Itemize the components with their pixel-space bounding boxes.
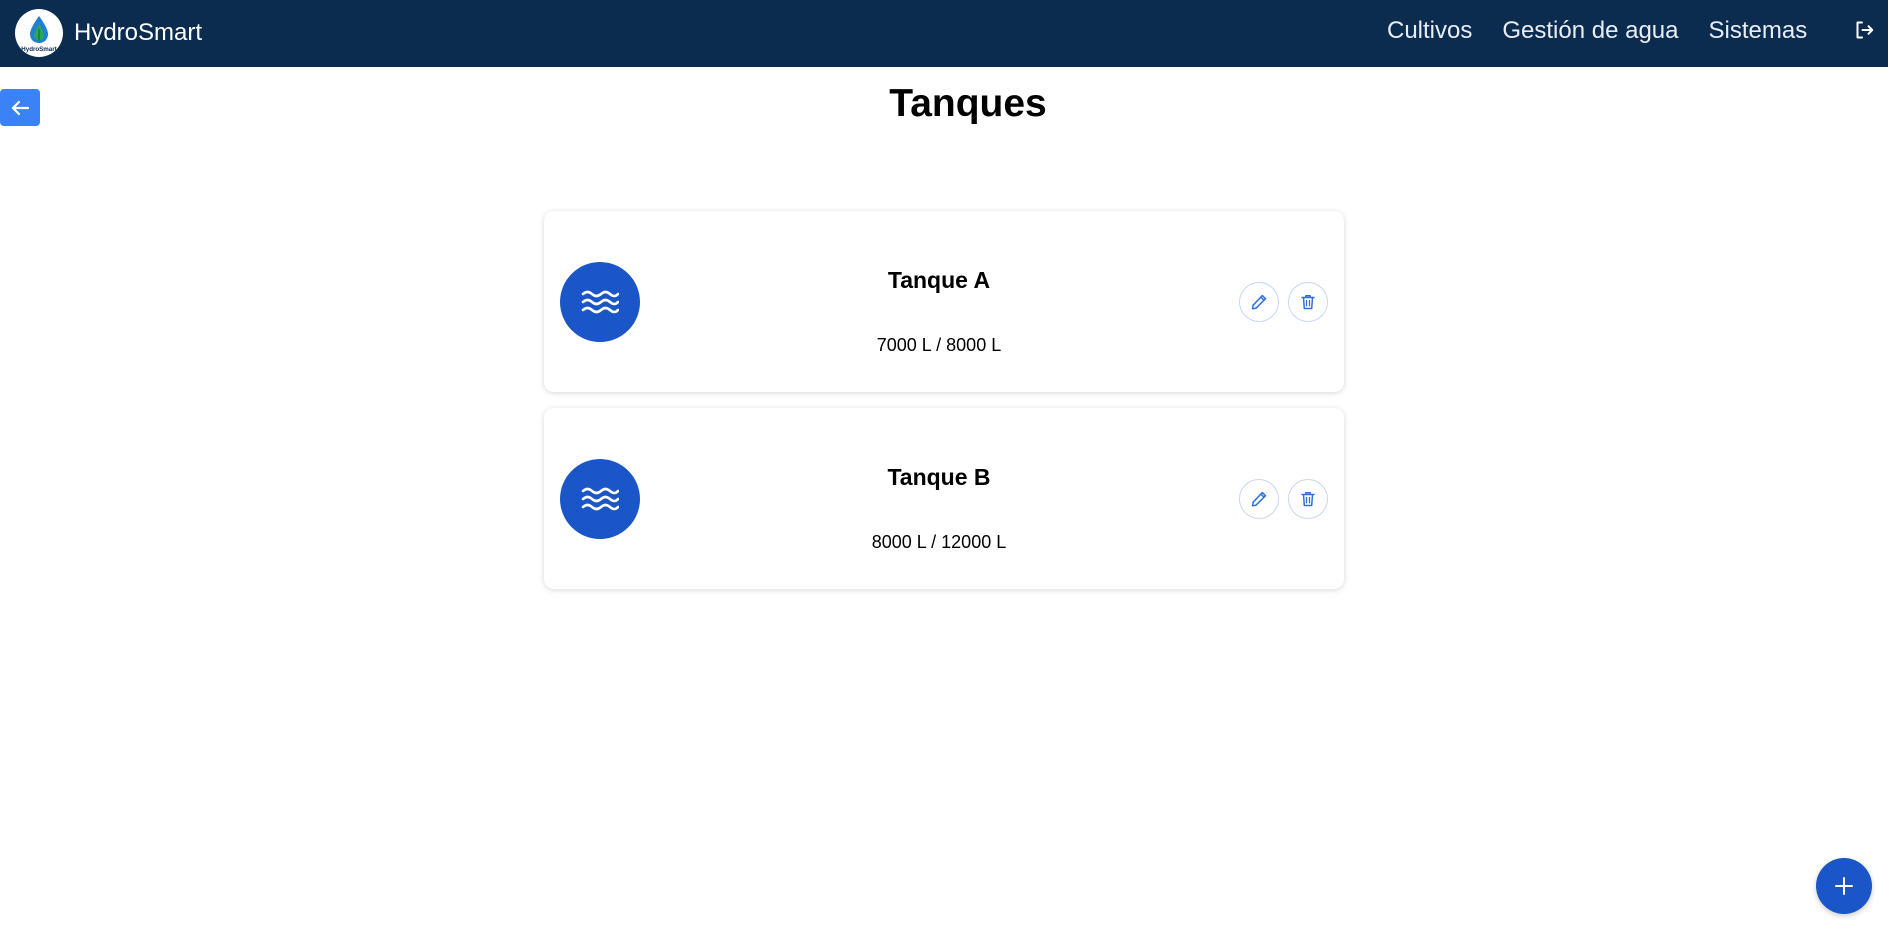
- pencil-icon: [1251, 491, 1267, 507]
- delete-tank-button[interactable]: [1288, 479, 1328, 519]
- tank-card-b[interactable]: Tanque B 8000 L / 12000 L: [544, 408, 1344, 589]
- pencil-icon: [1251, 294, 1267, 310]
- tank-card-a[interactable]: Tanque A 7000 L / 8000 L: [544, 211, 1344, 392]
- trash-icon: [1301, 492, 1315, 507]
- tank-name: Tanque B: [887, 464, 991, 490]
- edit-tank-button[interactable]: [1239, 282, 1279, 322]
- tank-volume: 7000 L / 8000 L: [876, 335, 1002, 355]
- nav-link-cultivos[interactable]: Cultivos: [1387, 17, 1472, 45]
- plus-icon: [1835, 877, 1853, 895]
- water-drop-logo-icon: HydroSmart: [21, 16, 57, 53]
- brand[interactable]: HydroSmart HydroSmart: [15, 9, 202, 57]
- logo-text: HydroSmart: [21, 46, 56, 53]
- nav-link-gestion-de-agua[interactable]: Gestión de agua: [1502, 17, 1678, 45]
- page-title: Tanques: [889, 82, 1047, 125]
- hydrosmart-logo: HydroSmart: [15, 9, 63, 57]
- trash-icon: [1301, 295, 1315, 310]
- add-tank-button[interactable]: [1816, 858, 1872, 914]
- brand-name: HydroSmart: [74, 19, 203, 46]
- navbar: HydroSmart HydroSmart Cultivos Gestión d…: [0, 0, 1888, 67]
- edit-tank-button[interactable]: [1239, 479, 1279, 519]
- delete-tank-button[interactable]: [1288, 282, 1328, 322]
- tank-name: Tanque A: [887, 267, 991, 293]
- logout-icon[interactable]: [1854, 20, 1874, 40]
- tank-volume: 8000 L / 12000 L: [871, 532, 1007, 552]
- main-nav: Cultivos Gestión de agua Sistemas: [1387, 0, 1807, 62]
- nav-link-sistemas[interactable]: Sistemas: [1709, 17, 1808, 45]
